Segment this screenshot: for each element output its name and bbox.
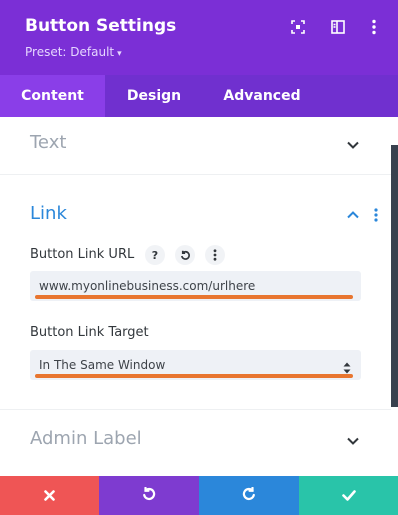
caret-down-icon: ▾ [117,49,122,59]
section-divider [0,174,391,175]
tab-design[interactable]: Design [105,75,203,117]
preset-selector[interactable]: Preset: Default ▾ [25,45,122,59]
footer-action-bar [0,476,398,515]
redo-button[interactable] [199,476,299,515]
check-icon [341,486,356,505]
undo-icon [142,486,156,505]
tab-advanced[interactable]: Advanced [203,75,321,117]
help-icon[interactable]: ? [145,245,165,265]
chevron-down-icon[interactable] [345,137,361,153]
sidebar-toggle-icon[interactable] [330,19,346,35]
url-input-value: www.myonlinebusiness.com/urlhere [39,279,256,293]
target-field-label: Button Link Target [30,325,149,340]
more-vertical-icon[interactable] [366,19,382,35]
chevron-up-icon[interactable] [345,207,361,223]
highlight-underline [35,295,353,299]
redo-icon [242,486,256,505]
section-title-link[interactable]: Link [30,203,67,224]
settings-panel: Text Link Button Link URL ? www.myonline… [0,117,398,476]
more-vertical-icon[interactable] [205,245,225,265]
scrollbar[interactable] [391,145,398,407]
reset-icon[interactable] [175,245,195,265]
save-button[interactable] [299,476,398,515]
highlight-underline [35,374,353,378]
tab-bar: Content Design Advanced [0,75,398,117]
url-field-label: Button Link URL [30,247,135,262]
undo-button[interactable] [99,476,199,515]
section-title-text: Text [30,132,67,153]
target-icon[interactable] [290,19,306,35]
close-icon [44,486,55,505]
tab-content[interactable]: Content [0,75,105,117]
modal-title: Button Settings [25,16,177,36]
section-divider [0,409,391,410]
link-target-value: In The Same Window [39,358,166,372]
section-title-admin-label: Admin Label [30,428,142,449]
preset-label: Preset: Default [25,45,115,59]
select-arrows-icon [343,359,351,374]
cancel-button[interactable] [0,476,99,515]
settings-header: Button Settings Preset: Default ▾ [0,0,398,75]
more-vertical-icon[interactable] [368,207,384,223]
chevron-down-icon[interactable] [345,433,361,449]
